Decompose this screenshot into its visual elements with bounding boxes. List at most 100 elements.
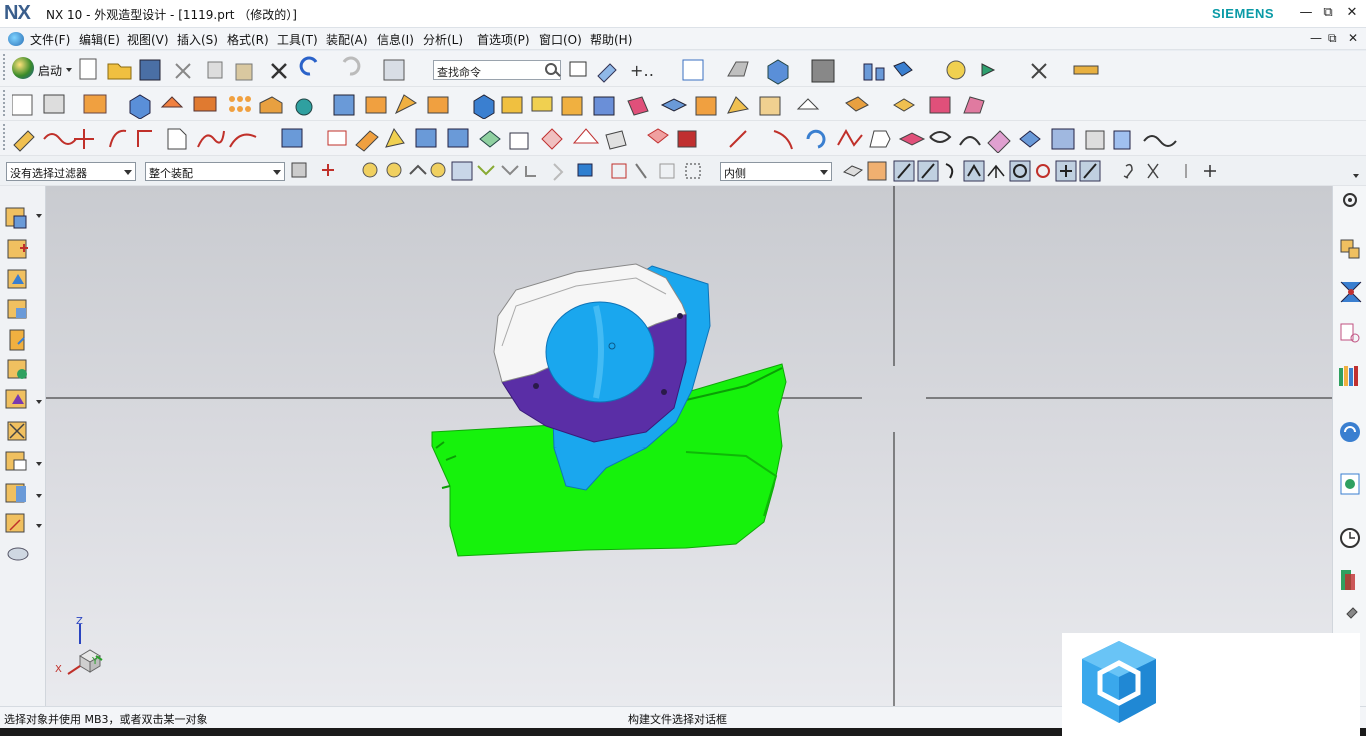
intersection-snap-icon — [963, 160, 985, 182]
restore-button[interactable]: ⧉ — [1320, 5, 1336, 21]
menu-file[interactable]: 文件(F) — [30, 31, 70, 48]
render-style-icon — [727, 61, 749, 77]
helix-icon — [197, 130, 225, 148]
constraint-navigator-icon — [7, 269, 27, 289]
doc-minimize-button[interactable]: — — [1310, 31, 1322, 45]
redo-icon — [342, 56, 361, 76]
selection-icons-left — [291, 161, 701, 181]
start-icon[interactable] — [12, 57, 34, 79]
toolbar-row2-icons — [12, 94, 985, 119]
styled-sweep-icon — [929, 96, 951, 114]
measure-icon — [946, 60, 966, 80]
blend-icon — [647, 128, 669, 144]
doc-restore-button[interactable]: ⧉ — [1328, 31, 1337, 46]
close-button[interactable]: ✕ — [1344, 5, 1360, 21]
roles-dropdown-arrow[interactable] — [36, 524, 42, 528]
body-icon — [386, 162, 402, 178]
menu-insert[interactable]: 插入(S) — [177, 31, 218, 48]
studio-surface-icon — [385, 127, 405, 148]
part-navigator-icon — [1340, 323, 1360, 343]
graphics-window[interactable]: Z X Y — [46, 186, 1332, 706]
window-title: NX 10 - 外观造型设计 - [1119.prt （修改的）] — [46, 8, 297, 22]
selection-filter-dropdown[interactable]: 没有选择过滤器 — [6, 162, 136, 181]
arc-center-snap-icon — [987, 164, 1005, 178]
mesh-surface-icon — [627, 96, 649, 116]
assembly-scope-dropdown[interactable]: 整个装配 — [145, 162, 285, 181]
system-materials-icon — [7, 421, 27, 441]
through-curve-mesh-icon — [447, 128, 469, 148]
shell-icon — [193, 96, 217, 112]
toolbar-grip[interactable] — [3, 54, 7, 80]
nx-logo: NX — [4, 2, 31, 24]
menu-preferences[interactable]: 首选项(P) — [477, 31, 530, 48]
bridge-curve-icon — [929, 131, 952, 143]
nx-globe-icon[interactable] — [8, 32, 24, 46]
menu-tools[interactable]: 工具(T) — [277, 31, 318, 48]
process-dropdown-arrow[interactable] — [36, 462, 42, 466]
model-view[interactable] — [46, 186, 1332, 706]
arc-icon — [109, 129, 127, 148]
start-button[interactable]: 启动 — [38, 62, 62, 80]
unite-icon — [259, 96, 283, 114]
search-icon[interactable] — [545, 63, 557, 75]
save-icon — [139, 59, 161, 81]
flange-icon — [605, 130, 627, 150]
toolbar-overflow-arrow[interactable] — [1353, 174, 1359, 178]
toolbar-grip[interactable] — [3, 90, 7, 116]
chevron-down-icon — [820, 170, 828, 175]
trim-sheet-icon — [677, 130, 697, 148]
web-browser-icon — [7, 359, 27, 379]
title-bar: NX NX 10 - 外观造型设计 - [1119.prt （修改的）] SIE… — [0, 0, 1366, 28]
right-bar-icons — [1339, 193, 1362, 619]
menu-view[interactable]: 视图(V) — [127, 31, 169, 48]
block-icon — [129, 94, 151, 119]
through-curves-icon — [281, 128, 303, 148]
smooth-curve-icon — [1143, 135, 1177, 147]
status-prompt: 选择对象并使用 MB3，或者双击某一对象 — [4, 713, 208, 726]
triad-z-label: Z — [76, 616, 83, 627]
face-icon — [409, 164, 427, 175]
menu-window[interactable]: 窗口(O) — [539, 31, 582, 48]
command-search-input[interactable]: 查找命令 — [433, 60, 561, 80]
menu-assembly[interactable]: 装配(A) — [326, 31, 368, 48]
navigator-dropdown-arrow[interactable] — [36, 214, 42, 218]
triad-y-label: Y — [92, 656, 99, 667]
isoparametric-curve-icon — [1051, 128, 1075, 150]
history-dropdown-arrow[interactable] — [36, 400, 42, 404]
part-navigator-icon — [5, 207, 27, 229]
menu-edit[interactable]: 编辑(E) — [79, 31, 120, 48]
cut-icon — [175, 63, 191, 79]
toolbar-grip[interactable] — [3, 124, 7, 150]
resource-bar-icons — [5, 207, 29, 561]
start-dropdown-arrow[interactable] — [66, 68, 72, 72]
spline-icon — [43, 133, 77, 145]
offset-face-icon — [473, 94, 495, 119]
minimize-button[interactable]: — — [1298, 5, 1314, 21]
constraint-navigator-icon — [1340, 281, 1362, 303]
menu-information[interactable]: 信息(I) — [377, 31, 414, 48]
selection-mode-dropdown[interactable]: 内侧 — [720, 162, 832, 181]
hole-icon — [295, 98, 313, 116]
assembly-navigator-icon — [7, 239, 28, 259]
menu-help[interactable]: 帮助(H) — [590, 31, 632, 48]
gear-icon — [1343, 193, 1357, 207]
play-icon — [981, 63, 996, 77]
menu-analysis[interactable]: 分析(L) — [423, 31, 463, 48]
manufacturing-wizard-icon — [5, 483, 26, 503]
styled-blend-icon — [963, 96, 985, 114]
snap-icons-right — [842, 160, 1216, 182]
extrude-icon — [83, 94, 107, 114]
face-rule-icon — [501, 165, 519, 176]
existing-point-snap-icon — [1036, 164, 1050, 178]
background-icon — [811, 59, 835, 83]
doc-close-button[interactable]: ✕ — [1348, 31, 1358, 45]
wizard-dropdown-arrow[interactable] — [36, 494, 42, 498]
fit-view-icon — [682, 59, 704, 81]
marquee-icon — [685, 163, 701, 179]
menu-format[interactable]: 格式(R) — [227, 31, 269, 48]
system-materials-icon — [1341, 570, 1355, 590]
offset-curve-icon — [806, 129, 826, 149]
roles-icon — [5, 513, 25, 533]
intersection-curve-icon — [987, 130, 1011, 153]
control-point-snap-icon — [945, 163, 954, 179]
